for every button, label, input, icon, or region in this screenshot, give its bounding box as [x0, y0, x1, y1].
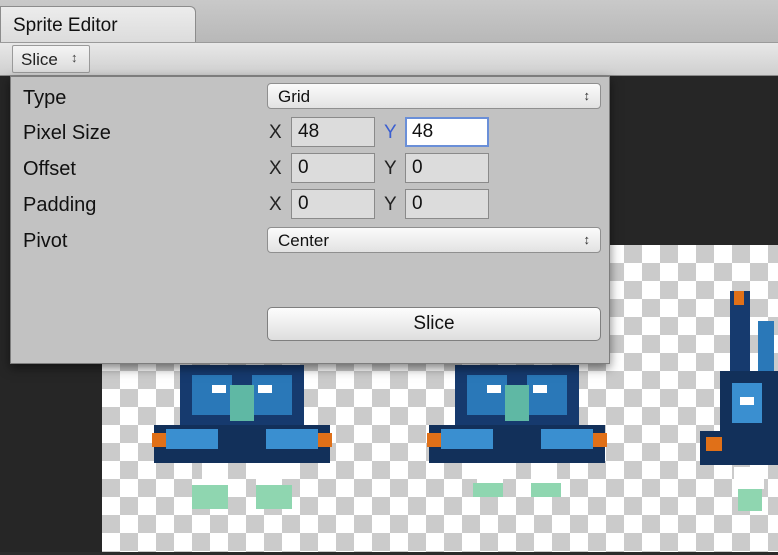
up-down-arrow-icon: ↕ [583, 88, 591, 103]
pixel-size-x-input[interactable] [291, 117, 375, 147]
padding-label: Padding [23, 194, 97, 216]
padding-x-label: X [269, 194, 282, 215]
pivot-dropdown[interactable]: Center ↕ [267, 227, 601, 253]
offset-x-label: X [269, 158, 282, 179]
pivot-value: Center [278, 231, 330, 250]
pixel-size-x-label: X [269, 122, 282, 143]
type-value: Grid [278, 87, 311, 106]
offset-x-input[interactable] [291, 153, 375, 183]
pixel-size-y-label: Y [384, 122, 397, 143]
tab-title: Sprite Editor [13, 15, 118, 36]
sprite-ship-1 [152, 365, 332, 509]
up-down-arrow-icon: ↕ [71, 50, 78, 65]
slice-menu-dropdown[interactable]: Slice ↕ [12, 45, 90, 73]
tab-sprite-editor[interactable]: Sprite Editor [0, 6, 196, 42]
slice-settings-panel: Type Grid ↕ Pixel Size X Y Offset X Y Pa… [10, 76, 610, 364]
pixel-size-label: Pixel Size [23, 122, 111, 144]
up-down-arrow-icon: ↕ [583, 232, 591, 247]
sprite-ship-3 [700, 291, 778, 511]
padding-y-label: Y [384, 194, 397, 215]
toolbar: Slice ↕ [0, 42, 778, 76]
padding-x-input[interactable] [291, 189, 375, 219]
offset-label: Offset [23, 158, 76, 180]
pivot-label: Pivot [23, 230, 68, 252]
slice-menu-label: Slice [21, 50, 58, 69]
sprite-ship-2 [427, 365, 607, 497]
offset-y-input[interactable] [405, 153, 489, 183]
type-label: Type [23, 87, 67, 109]
slice-button[interactable]: Slice [267, 307, 601, 341]
pixel-size-y-input[interactable] [405, 117, 489, 147]
type-dropdown[interactable]: Grid ↕ [267, 83, 601, 109]
offset-y-label: Y [384, 158, 397, 179]
tab-bar: Sprite Editor [0, 0, 778, 42]
padding-y-input[interactable] [405, 189, 489, 219]
